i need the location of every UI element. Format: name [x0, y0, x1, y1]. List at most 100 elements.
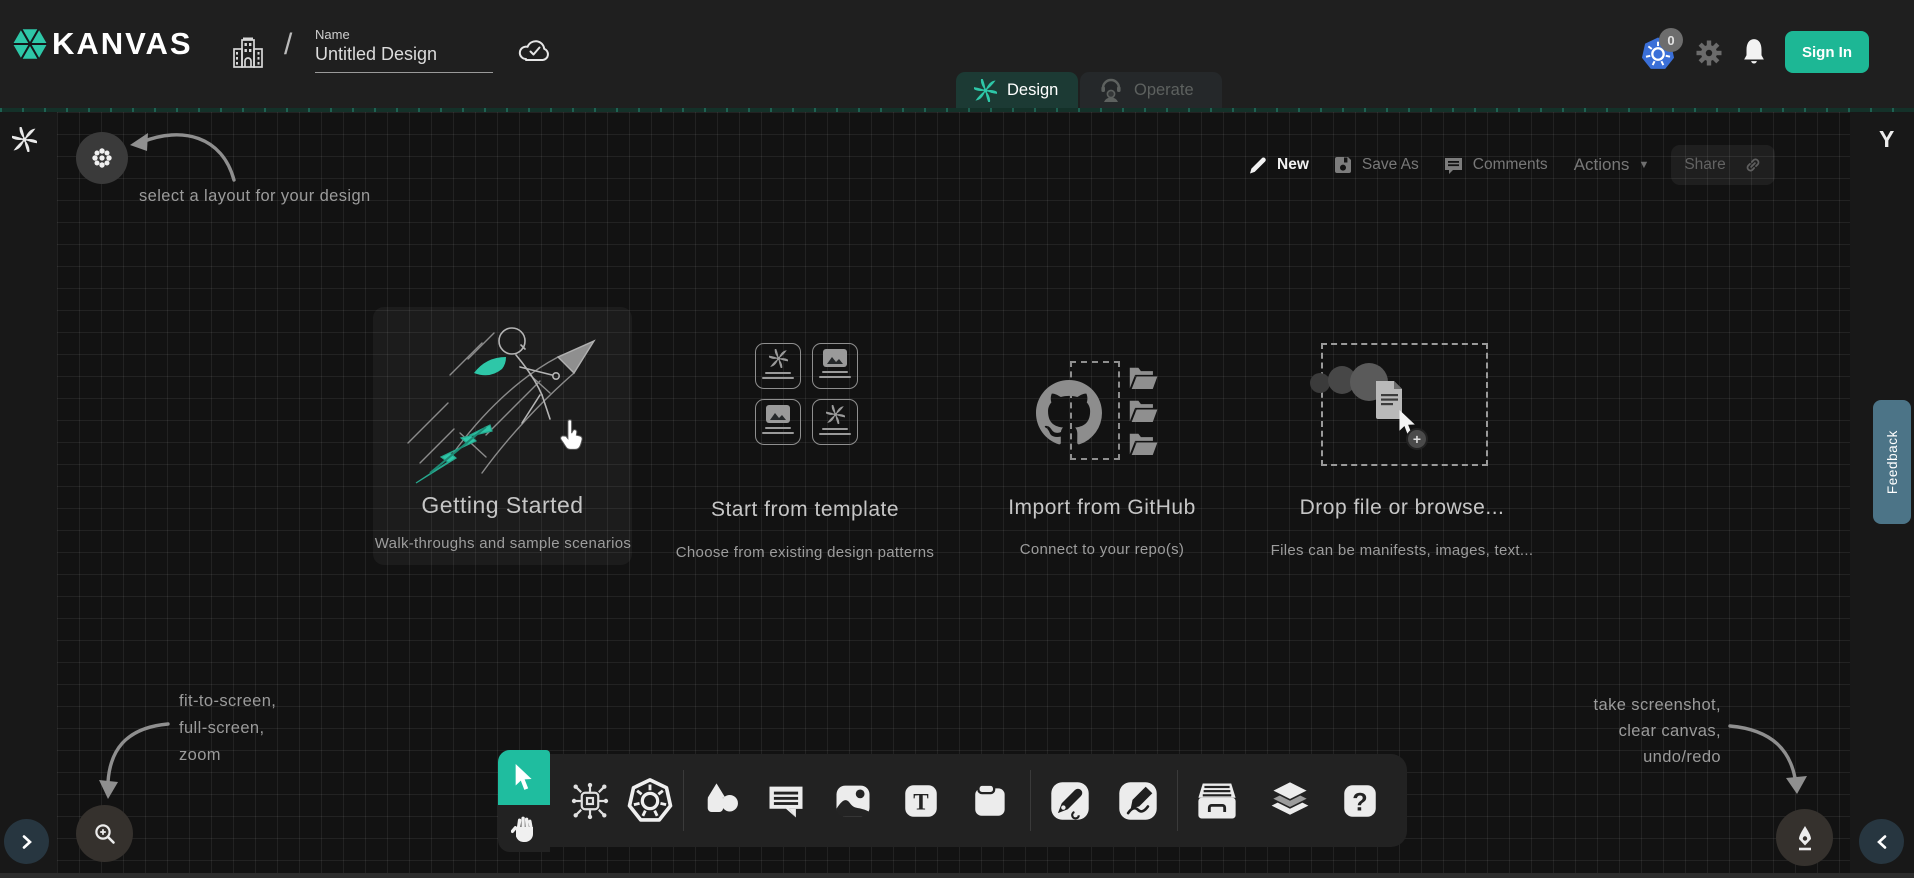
actions-dropdown[interactable]: Actions ▼ [1574, 155, 1650, 175]
layout-hint-arrow [120, 118, 242, 192]
layers-icon [1267, 778, 1313, 824]
pencil-scribble-icon [1116, 779, 1160, 823]
comments-button[interactable]: Comments [1443, 155, 1548, 175]
tab-design[interactable]: Design [956, 72, 1078, 108]
design-name-label: Name [315, 27, 350, 42]
pan-tool-button[interactable] [498, 805, 550, 852]
getting-started-title: Getting Started [373, 492, 632, 519]
sign-in-button[interactable]: Sign In [1785, 31, 1869, 73]
template-tile-pinwheel [812, 399, 858, 445]
new-button[interactable]: New [1248, 155, 1309, 175]
canvas-toolbar: New Save As Comments Actions ▼ Share [1248, 142, 1775, 188]
share-button[interactable]: Share [1671, 145, 1775, 185]
zoom-in-magnifier-icon [92, 821, 118, 847]
annotate-pen-button[interactable] [1776, 809, 1833, 866]
drop-dot-small [1310, 373, 1330, 393]
node-tool-button[interactable] [564, 754, 616, 847]
new-label: New [1277, 156, 1309, 174]
text-tool-button[interactable]: T [895, 754, 947, 847]
pen-nib-icon [1792, 824, 1818, 852]
template-tile-image [755, 399, 801, 445]
breadcrumb-separator: / [284, 28, 292, 62]
select-tool-button[interactable] [498, 750, 550, 805]
layout-hint-text: select a layout for your design [139, 187, 371, 206]
cloud-saved-icon [517, 36, 553, 64]
add-file-plus-badge: + [1406, 428, 1428, 450]
feedback-label: Feedback [1885, 430, 1900, 494]
archive-tool-button[interactable] [1191, 754, 1243, 847]
comments-label: Comments [1473, 156, 1548, 174]
feedback-tab[interactable]: Feedback [1873, 400, 1911, 524]
operate-headset-icon [1098, 77, 1124, 103]
right-rail-logo-glyph[interactable]: Y [1879, 126, 1894, 153]
github-octocat-icon [1036, 380, 1102, 446]
expand-right-panel-button[interactable] [1859, 819, 1904, 864]
import-github-title[interactable]: Import from GitHub [952, 496, 1252, 520]
chevron-down-icon: ▼ [1638, 159, 1649, 171]
kubernetes-tool-button[interactable] [624, 754, 676, 847]
repo-folder-icon [1128, 399, 1159, 423]
repo-folder-icon [1128, 366, 1159, 390]
drop-file-title[interactable]: Drop file or browse... [1252, 496, 1552, 520]
note-tool-button[interactable] [965, 754, 1017, 847]
save-as-label: Save As [1362, 156, 1419, 174]
comment-tool-button[interactable] [760, 754, 812, 847]
start-from-template-title[interactable]: Start from template [655, 498, 955, 522]
pencil-draw-tool-button[interactable] [1112, 754, 1164, 847]
left-rail-pinwheel-icon[interactable] [12, 127, 37, 152]
pen-tool-button[interactable] [1044, 754, 1096, 847]
app-header: KANVAS / Name [0, 0, 1914, 108]
layers-tool-button[interactable] [1264, 754, 1316, 847]
canvas-actions-hint-text: take screenshot, clear canvas, undo/redo [1540, 692, 1721, 770]
notification-count-badge: 0 [1659, 28, 1683, 52]
svg-text:T: T [913, 788, 929, 814]
tab-operate-label: Operate [1134, 81, 1194, 100]
tab-operate[interactable]: Operate [1080, 72, 1222, 108]
share-label: Share [1684, 156, 1725, 174]
pencil-new-icon [1248, 155, 1268, 175]
tab-design-label: Design [1007, 81, 1058, 100]
save-floppy-icon [1333, 155, 1353, 175]
notifications-bell-icon[interactable] [1741, 37, 1767, 67]
organization-building-icon[interactable] [231, 36, 265, 70]
getting-started-rocket-illustration [390, 315, 620, 487]
node-chip-icon [568, 779, 612, 823]
design-name-input[interactable] [315, 44, 493, 73]
repo-folder-icon [1128, 432, 1159, 456]
toolbar-divider [1030, 770, 1031, 831]
shape-toolbar: T [550, 754, 1407, 847]
sticky-note-icon [970, 780, 1012, 822]
save-as-button[interactable]: Save As [1333, 155, 1419, 175]
view-controls-hint-arrow [92, 706, 174, 806]
shapes-tool-button[interactable] [696, 754, 748, 847]
template-tile-image [812, 343, 858, 389]
expand-left-panel-button[interactable] [4, 819, 49, 864]
chevron-left-icon [1874, 834, 1890, 850]
brand-name: KANVAS [52, 26, 193, 62]
zoom-button[interactable] [76, 805, 133, 862]
shapes-icon [700, 779, 744, 823]
toolbar-divider [683, 770, 684, 831]
pointer-tool-group [498, 750, 550, 852]
help-tool-button[interactable]: ? [1334, 754, 1386, 847]
image-tool-button[interactable] [827, 754, 879, 847]
text-icon: T [900, 780, 942, 822]
import-github-subtitle: Connect to your repo(s) [952, 541, 1252, 558]
svg-text:?: ? [1352, 788, 1367, 816]
start-from-template-subtitle: Choose from existing design patterns [655, 544, 955, 561]
template-previews [755, 343, 858, 445]
help-icon: ? [1339, 780, 1381, 822]
pan-hand-icon [511, 815, 537, 843]
comments-bubble-icon [1443, 155, 1464, 175]
kubernetes-helm-icon [627, 778, 673, 824]
drawer-archive-icon [1194, 779, 1240, 823]
comment-bubble-icon [764, 779, 808, 823]
image-icon [831, 779, 875, 823]
bottom-status-strip [0, 873, 1914, 878]
settings-gear-icon[interactable] [1696, 40, 1722, 66]
design-pinwheel-icon [974, 79, 997, 102]
kanvas-app: KANVAS / Name [0, 0, 1914, 878]
chevron-right-icon [19, 834, 35, 850]
getting-started-subtitle: Walk-throughs and sample scenarios [348, 535, 658, 552]
pen-icon [1048, 779, 1092, 823]
